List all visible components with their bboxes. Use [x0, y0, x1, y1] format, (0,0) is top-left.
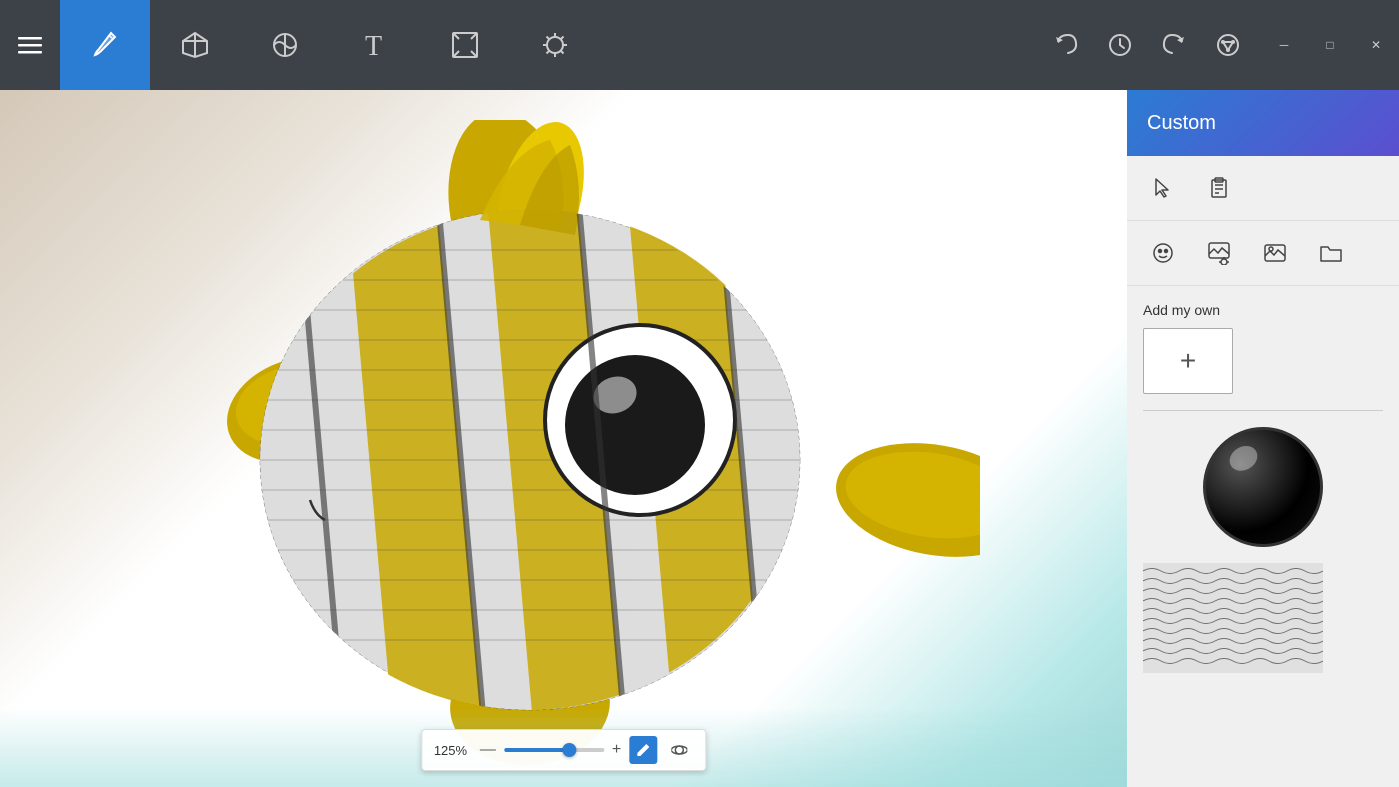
pen-icon	[635, 742, 651, 758]
zoom-slider-thumb[interactable]	[562, 743, 576, 757]
zoom-plus-button[interactable]: +	[612, 741, 621, 759]
canvas-area[interactable]: 125% — +	[0, 90, 1127, 787]
close-button[interactable]: ✕	[1353, 29, 1399, 61]
undo-icon	[1052, 31, 1080, 59]
zoom-bar: 125% — +	[421, 729, 706, 771]
3d-shapes-icon	[179, 29, 211, 61]
remix-button[interactable]	[1203, 20, 1253, 70]
canvas-icon	[449, 29, 481, 61]
canvas-tool-button[interactable]	[420, 0, 510, 90]
add-texture-button[interactable]: +	[1143, 328, 1233, 394]
hamburger-icon	[18, 33, 42, 57]
panel-divider	[1143, 410, 1383, 411]
panel-body: Add my own +	[1127, 286, 1399, 787]
minimize-button[interactable]: ─	[1261, 29, 1307, 61]
menu-button[interactable]	[0, 0, 60, 90]
zoom-pen-icon-button[interactable]	[629, 736, 657, 764]
undo-button[interactable]	[1041, 20, 1091, 70]
window-controls: ─ □ ✕	[1261, 29, 1399, 61]
effects-tool-button[interactable]	[510, 0, 600, 90]
zoom-minus-button[interactable]: —	[480, 741, 496, 759]
select-tool-button[interactable]	[1143, 168, 1183, 208]
add-button-plus: +	[1180, 345, 1196, 377]
text-icon: T	[359, 29, 391, 61]
add-my-own-label: Add my own	[1143, 302, 1383, 318]
panel-title: Custom	[1147, 112, 1216, 135]
right-panel: Custom	[1127, 90, 1399, 787]
app-container: T	[0, 0, 1399, 787]
brush-icon	[89, 29, 121, 61]
remix-icon	[1214, 31, 1242, 59]
canvas-background	[0, 90, 1127, 787]
brush-tool-button[interactable]	[60, 0, 150, 90]
panel-header: Custom	[1127, 90, 1399, 156]
scale-texture-preview[interactable]	[1143, 563, 1323, 673]
sticker-icon	[1151, 241, 1175, 265]
insert-image-icon	[1263, 241, 1287, 265]
history-icon	[1106, 31, 1134, 59]
fish-illustration	[80, 120, 980, 770]
paste-icon	[1207, 176, 1231, 200]
2d-shapes-tool-button[interactable]	[240, 0, 330, 90]
redo-button[interactable]	[1149, 20, 1199, 70]
scale-texture-preview-wrapper	[1143, 563, 1383, 678]
effects-icon	[539, 29, 571, 61]
remix-image-button[interactable]	[1199, 233, 1239, 273]
view-icon	[671, 742, 687, 758]
remix-image-icon	[1207, 241, 1231, 265]
text-tool-button[interactable]: T	[330, 0, 420, 90]
history-button[interactable]	[1095, 20, 1145, 70]
insert-image-button[interactable]	[1255, 233, 1295, 273]
3d-shapes-tool-button[interactable]	[150, 0, 240, 90]
open-file-icon	[1319, 241, 1343, 265]
redo-icon	[1160, 31, 1188, 59]
eye-texture-preview[interactable]	[1203, 427, 1323, 547]
panel-tool-row-2	[1127, 221, 1399, 286]
zoom-slider-fill	[504, 748, 569, 752]
svg-text:T: T	[365, 31, 382, 61]
toolbar: T	[0, 0, 1399, 90]
zoom-slider[interactable]	[504, 748, 604, 752]
select-icon	[1151, 176, 1175, 200]
zoom-percent: 125%	[434, 743, 472, 758]
paste-tool-button[interactable]	[1199, 168, 1239, 208]
maximize-button[interactable]: □	[1307, 29, 1353, 61]
panel-tool-row-1	[1127, 156, 1399, 221]
2d-shapes-icon	[269, 29, 301, 61]
zoom-view-icon-button[interactable]	[665, 736, 693, 764]
sticker-tool-button[interactable]	[1143, 233, 1183, 273]
tool-buttons: T	[60, 0, 1041, 90]
toolbar-right-actions	[1041, 20, 1253, 70]
open-file-button[interactable]	[1311, 233, 1351, 273]
